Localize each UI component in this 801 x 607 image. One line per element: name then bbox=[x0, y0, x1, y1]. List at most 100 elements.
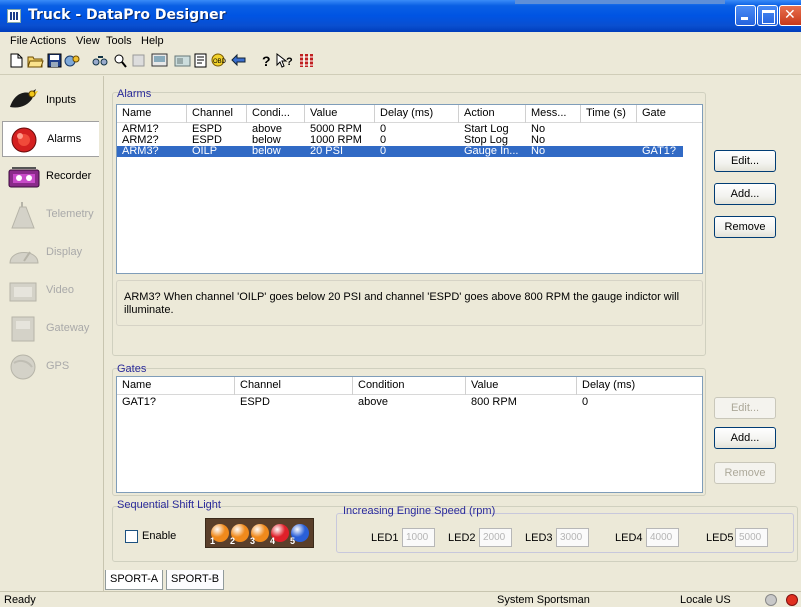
save-icon[interactable] bbox=[46, 53, 63, 70]
led-number: 4 bbox=[270, 536, 276, 546]
menu-file[interactable]: File bbox=[10, 35, 28, 47]
led3-label: LED3 bbox=[525, 532, 553, 544]
tab-sport-b[interactable]: SPORT-B bbox=[166, 570, 225, 590]
close-button[interactable] bbox=[779, 5, 801, 26]
gates-col-channel[interactable]: Channel bbox=[235, 377, 353, 395]
led5-input[interactable]: 5000 bbox=[735, 528, 768, 547]
cell-name: ARM3? bbox=[122, 146, 159, 157]
led-number: 2 bbox=[230, 536, 236, 546]
menu-help[interactable]: Help bbox=[141, 35, 164, 47]
nav-item-alarms[interactable]: Alarms bbox=[2, 121, 99, 157]
cell-value: 800 RPM bbox=[471, 397, 517, 408]
title-bar-highlight bbox=[515, 0, 725, 4]
nav-item-video[interactable]: Video bbox=[2, 273, 99, 309]
alarms-col-time[interactable]: Time (s) bbox=[581, 105, 637, 123]
gates-list-header: Name Channel Condition Value Delay (ms) bbox=[117, 377, 702, 395]
gates-col-delay[interactable]: Delay (ms) bbox=[577, 377, 702, 395]
toolbar: OBD ? ? bbox=[0, 50, 801, 75]
alarms-col-message[interactable]: Mess... bbox=[526, 105, 581, 123]
gate-remove-button[interactable]: Remove bbox=[714, 462, 776, 484]
cell-channel: OILP bbox=[192, 146, 218, 157]
alarms-col-delay[interactable]: Delay (ms) bbox=[375, 105, 459, 123]
search-icon[interactable] bbox=[130, 53, 147, 70]
table-row[interactable]: ARM1? ESPD above 5000 RPM 0 Start Log No bbox=[117, 124, 683, 135]
cell-action: Start Log bbox=[464, 124, 509, 135]
video-icon bbox=[8, 277, 40, 305]
navigation-panel: Inputs Alarms Recorder Telemetry Display bbox=[0, 76, 101, 591]
status-text: Ready bbox=[4, 594, 36, 606]
enable-checkbox[interactable] bbox=[125, 530, 138, 543]
gates-col-value[interactable]: Value bbox=[466, 377, 577, 395]
menu-view[interactable]: View bbox=[76, 35, 100, 47]
nav-item-inputs[interactable]: Inputs bbox=[2, 83, 99, 119]
download-icon[interactable] bbox=[230, 53, 247, 70]
table-row[interactable]: GAT1? ESPD above 800 RPM 0 bbox=[117, 397, 702, 408]
cell-delay: 0 bbox=[380, 135, 387, 146]
nav-item-recorder[interactable]: Recorder bbox=[2, 159, 99, 195]
shift-light-preview: 1 2 3 4 5 bbox=[205, 518, 314, 548]
telemetry-icon bbox=[8, 201, 40, 229]
about-icon[interactable] bbox=[299, 53, 316, 70]
help-icon[interactable]: ? bbox=[258, 53, 275, 70]
tab-sport-a[interactable]: SPORT-A bbox=[105, 570, 164, 590]
led4-label: LED4 bbox=[615, 532, 643, 544]
gateway-icon bbox=[8, 315, 40, 343]
alarm-description: ARM3? When channel 'OILP' goes below 20 … bbox=[116, 280, 703, 326]
gates-list[interactable]: Name Channel Condition Value Delay (ms) … bbox=[116, 376, 703, 493]
led1-label: LED1 bbox=[371, 532, 399, 544]
maximize-button[interactable] bbox=[757, 5, 778, 26]
nav-item-gateway[interactable]: Gateway bbox=[2, 311, 99, 347]
obd-icon[interactable]: OBD bbox=[210, 53, 227, 70]
table-row-selected[interactable]: ARM3? OILP below 20 PSI 0 Gauge In... No… bbox=[117, 146, 683, 157]
menu-actions[interactable]: Actions bbox=[30, 35, 66, 47]
alarms-col-value[interactable]: Value bbox=[305, 105, 375, 123]
alarms-col-channel[interactable]: Channel bbox=[187, 105, 247, 123]
nav-label-video: Video bbox=[46, 284, 74, 296]
nav-label-inputs: Inputs bbox=[46, 94, 76, 106]
cell-condition: above bbox=[252, 124, 282, 135]
cell-channel: ESPD bbox=[192, 135, 222, 146]
alarms-col-gate[interactable]: Gate bbox=[637, 105, 702, 123]
nav-label-display: Display bbox=[46, 246, 83, 258]
cell-channel: ESPD bbox=[240, 397, 270, 408]
connect-icon[interactable] bbox=[92, 53, 109, 70]
open-icon[interactable] bbox=[27, 53, 44, 70]
led2-input[interactable]: 2000 bbox=[479, 528, 512, 547]
alarms-list[interactable]: Name Channel Condi... Value Delay (ms) A… bbox=[116, 104, 703, 274]
cell-action: Gauge In... bbox=[464, 146, 519, 157]
led1-input[interactable]: 1000 bbox=[402, 528, 435, 547]
whats-this-icon[interactable]: ? bbox=[276, 52, 293, 70]
alarms-col-action[interactable]: Action bbox=[459, 105, 526, 123]
cell-condition: below bbox=[252, 135, 281, 146]
gates-col-name[interactable]: Name bbox=[117, 377, 235, 395]
alarm-edit-button[interactable]: Edit... bbox=[714, 150, 776, 172]
new-icon[interactable] bbox=[8, 53, 25, 70]
alarms-col-condition[interactable]: Condi... bbox=[247, 105, 305, 123]
find-icon[interactable] bbox=[112, 53, 129, 70]
cell-name: GAT1? bbox=[122, 397, 157, 408]
svg-text:?: ? bbox=[286, 56, 293, 68]
gate-add-button[interactable]: Add... bbox=[714, 427, 776, 449]
report-icon[interactable] bbox=[192, 53, 209, 70]
nav-item-telemetry[interactable]: Telemetry bbox=[2, 197, 99, 233]
engine-speed-label: Increasing Engine Speed (rpm) bbox=[343, 505, 496, 517]
led-number: 3 bbox=[250, 536, 256, 546]
alarm-remove-button[interactable]: Remove bbox=[714, 216, 776, 238]
device-icon[interactable] bbox=[174, 53, 191, 70]
compile-icon[interactable] bbox=[151, 53, 168, 70]
properties-icon[interactable] bbox=[64, 53, 81, 70]
gate-edit-button[interactable]: Edit... bbox=[714, 397, 776, 419]
nav-item-gps[interactable]: GPS bbox=[2, 349, 99, 385]
gates-col-condition[interactable]: Condition bbox=[353, 377, 466, 395]
minimize-button[interactable] bbox=[735, 5, 756, 26]
cell-value: 20 PSI bbox=[310, 146, 344, 157]
table-row[interactable]: ARM2? ESPD below 1000 RPM 0 Stop Log No bbox=[117, 135, 683, 146]
title-bar[interactable]: Truck - DataPro Designer bbox=[0, 0, 801, 32]
alarm-add-button[interactable]: Add... bbox=[714, 183, 776, 205]
led4-input[interactable]: 4000 bbox=[646, 528, 679, 547]
alarms-col-name[interactable]: Name bbox=[117, 105, 187, 123]
led5-label: LED5 bbox=[706, 532, 734, 544]
menu-tools[interactable]: Tools bbox=[106, 35, 132, 47]
led3-input[interactable]: 3000 bbox=[556, 528, 589, 547]
nav-item-display[interactable]: Display bbox=[2, 235, 99, 271]
